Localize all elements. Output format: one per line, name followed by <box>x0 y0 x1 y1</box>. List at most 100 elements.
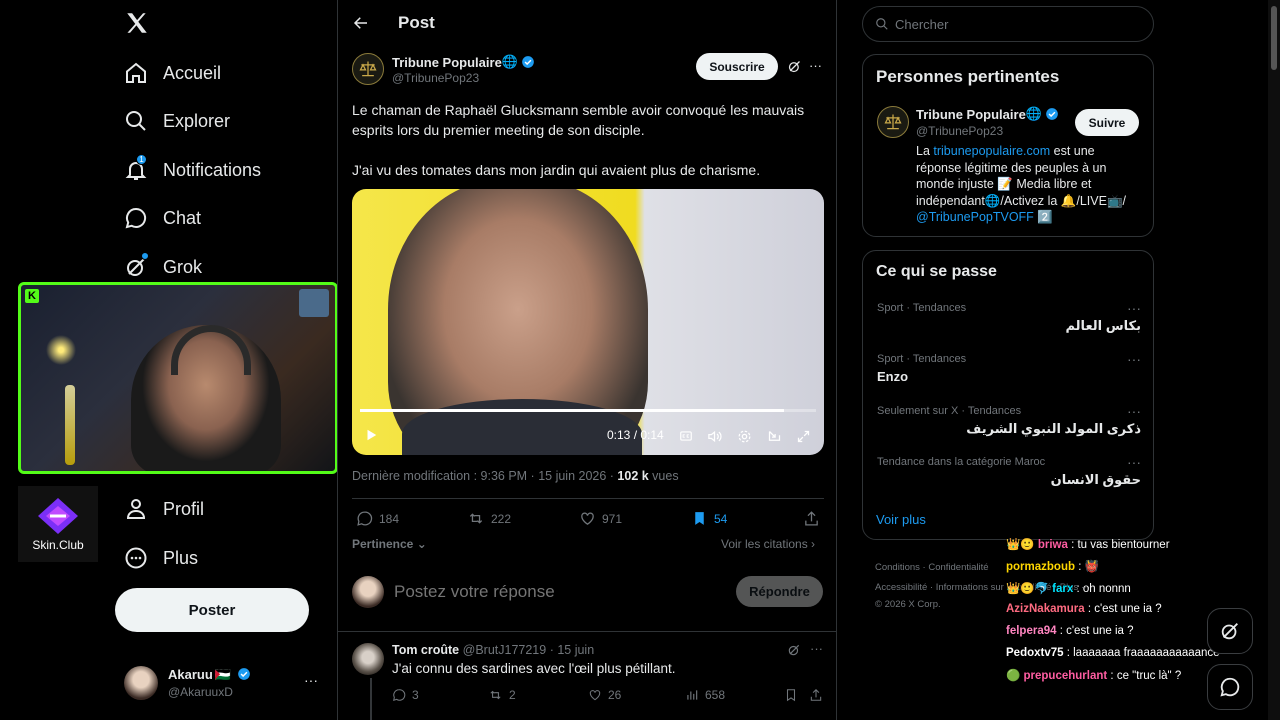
account-more-icon[interactable]: ··· <box>304 672 318 688</box>
scrollbar-track[interactable] <box>1268 0 1280 720</box>
search-bar[interactable] <box>862 6 1154 42</box>
nav-profile[interactable]: Profil <box>124 489 204 529</box>
sort-dropdown[interactable]: Pertinence ⌄ <box>352 537 427 551</box>
reply-button[interactable]: Répondre <box>736 576 823 607</box>
main-column: Post Tribune Populaire 🌐 @TribunePop23 So… <box>337 0 837 720</box>
bookmark-action[interactable]: 54 <box>691 510 727 527</box>
search-input[interactable] <box>895 16 1135 32</box>
volume-icon[interactable] <box>707 429 722 444</box>
share-icon[interactable] <box>809 688 823 702</box>
author-avatar[interactable] <box>352 53 384 85</box>
reply-avatar[interactable] <box>352 643 384 675</box>
share-icon[interactable] <box>803 510 820 527</box>
settings-gear-icon[interactable] <box>737 429 752 444</box>
reply-text: J'ai connu des sardines avec l'œil plus … <box>392 661 676 676</box>
bookmark-count: 54 <box>714 511 728 526</box>
reply-date[interactable]: · 15 juin <box>550 643 594 657</box>
repost-icon <box>490 690 501 700</box>
bookmark-icon[interactable] <box>784 688 798 702</box>
video-progress-track[interactable] <box>360 409 816 412</box>
back-arrow-icon[interactable] <box>352 14 370 32</box>
reply-like-action[interactable]: 26 <box>588 688 621 702</box>
reply-item[interactable]: Tom croûte @BrutJ177219 · 15 juin ··· J'… <box>338 632 836 720</box>
trend-name: Enzo <box>877 369 909 384</box>
video-player[interactable]: 0:13 / 0:14 <box>352 189 824 455</box>
nav-chat[interactable]: Chat <box>124 198 201 238</box>
post-timestamp[interactable]: Dernière modification : 9:36 PM · 15 jui… <box>352 469 617 483</box>
repost-count: 222 <box>491 511 512 526</box>
reply-input[interactable] <box>394 580 714 604</box>
account-flag: 🇵🇸 <box>214 667 231 682</box>
bio-link[interactable]: tribunepopulaire.com <box>933 144 1050 158</box>
trend-item[interactable]: Tendance dans la catégorie Maroc حقوق ال… <box>877 454 1141 488</box>
bio-link2[interactable]: @TribunePopTVOFF <box>916 210 1034 224</box>
nav-more[interactable]: Plus <box>124 538 198 578</box>
divider <box>352 498 824 499</box>
trend-more-icon[interactable]: ··· <box>1127 403 1141 419</box>
reply-more-icon[interactable]: ··· <box>810 641 823 656</box>
chat-message: 👑🙂 briwa : tu vas bientourner <box>1006 537 1170 551</box>
trend-name: ذكرى المولد النبوي الشريف <box>966 421 1141 436</box>
post-more-icon[interactable]: ··· <box>809 58 822 73</box>
grok-icon[interactable] <box>787 643 801 657</box>
nav-explore[interactable]: Explorer <box>124 101 230 141</box>
author-globe: 🌐 <box>501 54 518 69</box>
nav-grok[interactable]: Grok <box>124 247 202 287</box>
follow-button[interactable]: Suivre <box>1075 109 1139 136</box>
nav-more-label: Plus <box>163 547 199 568</box>
trend-name: حقوق الانسان <box>1050 472 1141 487</box>
reply-views-action[interactable]: 658 <box>685 688 725 702</box>
trend-item[interactable]: Sport · Tendances بكاس العالم ··· <box>877 300 1141 334</box>
grok-fab[interactable] <box>1207 608 1253 654</box>
nav-home[interactable]: Accueil <box>124 53 221 93</box>
repost-icon <box>469 513 483 524</box>
author-name-row[interactable]: Tribune Populaire 🌐 <box>392 54 535 70</box>
captions-icon[interactable] <box>679 429 693 443</box>
trend-item[interactable]: Seulement sur X · Tendances ذكرى المولد … <box>877 403 1141 437</box>
nav-home-label: Accueil <box>163 62 222 83</box>
bio-line2: réponse légitime des peuples à un <box>916 160 1107 175</box>
reply-action[interactable]: 184 <box>356 510 399 527</box>
show-more-link[interactable]: Voir plus <box>876 512 926 527</box>
relevant-avatar[interactable] <box>877 106 909 138</box>
chat-icon <box>124 206 148 230</box>
post-button[interactable]: Poster <box>115 588 309 632</box>
grok-icon <box>1221 623 1238 640</box>
chat-username: pormazboub <box>1006 561 1075 573</box>
nav-notifications[interactable]: 1 Notifications <box>124 150 261 190</box>
fullscreen-icon[interactable] <box>796 429 811 444</box>
nav-profile-label: Profil <box>163 498 205 519</box>
relevant-name-row[interactable]: Tribune Populaire 🌐 <box>916 106 1059 122</box>
trend-item[interactable]: Sport · Tendances Enzo ··· <box>877 351 1141 384</box>
pip-icon[interactable] <box>767 429 782 444</box>
reply-reply-action[interactable]: 3 <box>392 688 419 702</box>
trend-more-icon[interactable]: ··· <box>1127 351 1141 367</box>
subscribe-button[interactable]: Souscrire <box>696 53 778 80</box>
messages-fab[interactable] <box>1207 664 1253 710</box>
author-handle[interactable]: @TribunePop23 <box>392 71 479 85</box>
chat-message: AzizNakamura : c'est une ia ? <box>1006 603 1162 615</box>
scrollbar-thumb[interactable] <box>1271 6 1277 70</box>
chat-message: 🟢 prepucehurlant : ce "truc là" ? <box>1006 668 1181 682</box>
reply-author[interactable]: Tom croûte <box>392 643 459 657</box>
trend-more-icon[interactable]: ··· <box>1127 300 1141 316</box>
repost-action[interactable]: 222 <box>467 510 511 527</box>
grok-icon[interactable] <box>787 59 802 74</box>
views-count: 102 k <box>617 469 649 483</box>
composer-avatar <box>352 576 384 608</box>
verified-icon <box>237 667 251 681</box>
author-name: Tribune Populaire <box>392 54 502 70</box>
reply-handle[interactable]: @BrutJ177219 <box>463 643 547 657</box>
quotes-link[interactable]: Voir les citations › <box>721 537 815 551</box>
chat-username: felpera94 <box>1006 625 1057 637</box>
trend-more-icon[interactable]: ··· <box>1127 454 1141 470</box>
play-icon[interactable] <box>364 428 378 442</box>
account-switcher[interactable]: Akaruu 🇵🇸 @AkaruuxD ··· <box>124 664 324 702</box>
reply-repost-action[interactable]: 2 <box>488 688 516 702</box>
relevant-handle[interactable]: @TribunePop23 <box>916 124 1003 138</box>
chat-text: : tu vas bientourner <box>1067 539 1170 551</box>
account-name: Akaruu <box>168 667 213 682</box>
heart-icon <box>581 512 594 525</box>
like-action[interactable]: 971 <box>579 510 622 527</box>
x-logo[interactable] <box>124 10 150 36</box>
